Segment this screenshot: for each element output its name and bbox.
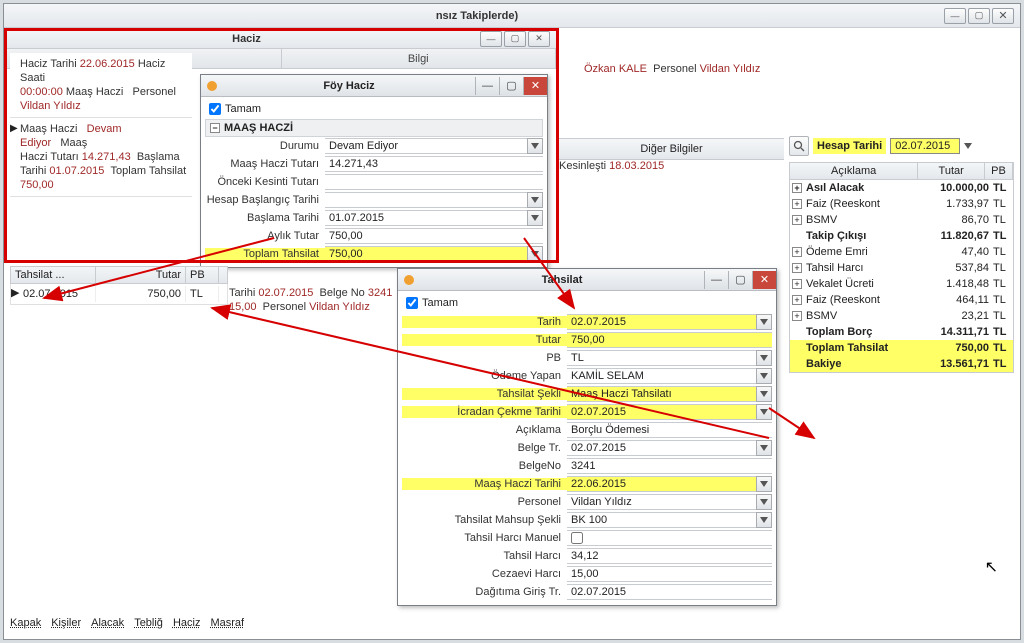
acct-header: Açıklama Tutar PB — [789, 162, 1014, 180]
dropdown-icon[interactable] — [756, 440, 772, 456]
main-titlebar: nsız Takiplerde) — ▢ ✕ — [4, 4, 1020, 28]
acct-row[interactable]: +Asıl Alacak10.000,00TL — [790, 180, 1013, 196]
search-icon[interactable] — [789, 136, 809, 156]
acct-row[interactable]: +Ödeme Emri47,40TL — [790, 244, 1013, 260]
foy-close[interactable]: ✕ — [523, 77, 547, 95]
haciz-title: Haciz — [13, 33, 480, 45]
dropdown-icon[interactable] — [527, 192, 543, 208]
dropdown-icon[interactable] — [756, 404, 772, 420]
foy-max[interactable]: ▢ — [499, 77, 523, 95]
main-title: nsız Takiplerde) — [10, 10, 944, 22]
hesap-tarihi-label: Hesap Tarihi — [813, 138, 886, 154]
tahsilat-window: Tahsilat — ▢ ✕ Tamam Tarih02.07.2015Tuta… — [397, 268, 777, 606]
bottom-menu: Kapak Kişiler Alacak Tebliğ Haciz Masraf — [10, 617, 244, 635]
dropdown-icon[interactable] — [756, 314, 772, 330]
app-icon — [207, 81, 217, 91]
acct-row[interactable]: +Tahsil Harcı537,84TL — [790, 260, 1013, 276]
grid-row[interactable]: ▶ 02.07.2015 750,00 TL — [10, 284, 228, 305]
dropdown-icon[interactable] — [756, 350, 772, 366]
hesap-bar: Hesap Tarihi 02.07.2015 — [789, 136, 1014, 156]
acct-row[interactable]: +Faiz (Reeskont464,11TL — [790, 292, 1013, 308]
foy-min[interactable]: — — [475, 77, 499, 95]
haciz-max[interactable]: ▢ — [504, 31, 526, 47]
acct-row[interactable]: Takip Çıkışı11.820,67TL — [790, 228, 1013, 244]
main-window: nsız Takiplerde) — ▢ ✕ Haciz — ▢ ✕ Haciz… — [3, 3, 1021, 640]
hacizler-list: Haciz Tarihi 22.06.2015 Haciz Saati 00:0… — [10, 53, 192, 243]
dropdown-icon[interactable] — [756, 476, 772, 492]
maximize-button[interactable]: ▢ — [968, 8, 990, 24]
foy-group[interactable]: −MAAŞ HACZİ — [205, 119, 543, 137]
diger-bilgiler-header: Diğer Bilgiler — [559, 138, 784, 160]
tah-tamam-check[interactable] — [406, 297, 418, 309]
acct-row[interactable]: Bakiye13.561,71TL — [790, 356, 1013, 372]
close-button[interactable]: ✕ — [992, 8, 1014, 24]
foy-tamam-label: Tamam — [225, 103, 261, 115]
hesap-tarihi-value[interactable]: 02.07.2015 — [890, 138, 960, 154]
foy-tamam-check[interactable] — [209, 103, 221, 115]
dropdown-icon[interactable] — [756, 368, 772, 384]
minimize-button[interactable]: — — [944, 8, 966, 24]
tahsilat-title: Tahsilat — [420, 274, 704, 286]
haciz-min[interactable]: — — [480, 31, 502, 47]
menu-kisiler[interactable]: Kişiler — [51, 617, 81, 635]
top-right-info: Özkan KALE Personel Vildan Yıldız — [584, 63, 760, 75]
acct-row[interactable]: Toplam Tahsilat750,00TL — [790, 340, 1013, 356]
haciz-item-2[interactable]: ▶ Maaş Haczi Devam Ediyor Maaş Haczi Tut… — [10, 118, 192, 197]
foy-title: Föy Haciz — [223, 80, 475, 92]
grid-h2[interactable]: Tutar — [96, 267, 186, 283]
acct-row[interactable]: +Faiz (Reeskont1.733,97TL — [790, 196, 1013, 212]
menu-haciz[interactable]: Haciz — [173, 617, 201, 635]
tab-bilgi[interactable]: Bilgi — [282, 49, 557, 68]
mouse-cursor: ↖ — [985, 557, 998, 577]
acct-row[interactable]: +BSMV86,70TL — [790, 212, 1013, 228]
tah-min[interactable]: — — [704, 271, 728, 289]
haciz-close[interactable]: ✕ — [528, 31, 550, 47]
tahsilat-grid: Tahsilat ... Tutar PB ▶ 02.07.2015 750,0… — [10, 266, 228, 305]
dropdown-icon[interactable] — [527, 246, 543, 262]
foy-haciz-window: Föy Haciz — ▢ ✕ Tamam −MAAŞ HACZİ Durumu… — [200, 74, 548, 268]
acct-row[interactable]: +BSMV23,21TL — [790, 308, 1013, 324]
dropdown-icon[interactable] — [527, 138, 543, 154]
haciz-item-1[interactable]: Haciz Tarihi 22.06.2015 Haciz Saati 00:0… — [10, 53, 192, 118]
menu-teblig[interactable]: Tebliğ — [134, 617, 163, 635]
dropdown-icon[interactable] — [756, 494, 772, 510]
hesap-dd[interactable] — [964, 140, 972, 152]
tah-max[interactable]: ▢ — [728, 271, 752, 289]
kesinlesti: Kesinleşti 18.03.2015 — [559, 160, 664, 172]
summary-block: Tarihi 02.07.2015 Belge No 3241 15,00 Pe… — [229, 286, 394, 314]
acct-row[interactable]: +Vekalet Ücreti1.418,48TL — [790, 276, 1013, 292]
menu-masraf[interactable]: Masraf — [210, 617, 244, 635]
menu-alacak[interactable]: Alacak — [91, 617, 124, 635]
acct-row[interactable]: Toplam Borç14.311,71TL — [790, 324, 1013, 340]
grid-h3[interactable]: PB — [186, 267, 219, 283]
dropdown-icon[interactable] — [756, 386, 772, 402]
grid-h1[interactable]: Tahsilat ... — [11, 267, 96, 283]
menu-kapak[interactable]: Kapak — [10, 617, 41, 635]
tah-close[interactable]: ✕ — [752, 271, 776, 289]
app-icon — [404, 275, 414, 285]
dropdown-icon[interactable] — [756, 512, 772, 528]
dropdown-icon[interactable] — [527, 210, 543, 226]
acct-body: +Asıl Alacak10.000,00TL+Faiz (Reeskont1.… — [789, 180, 1014, 373]
